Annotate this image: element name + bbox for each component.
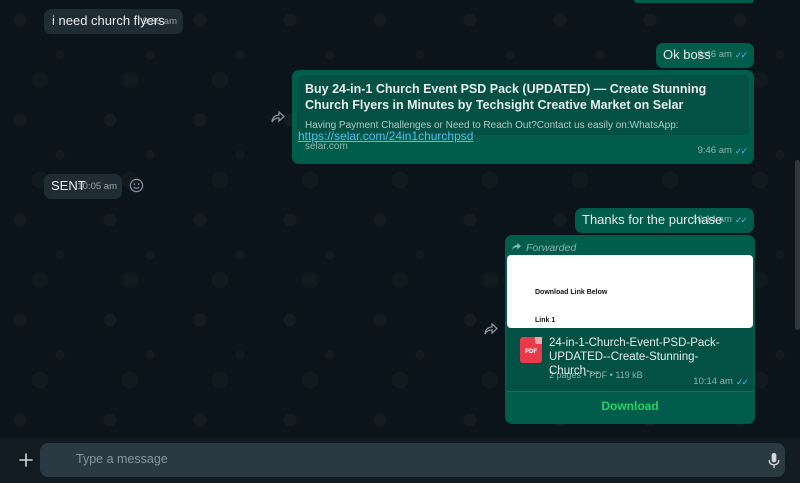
message-time: 10:14 am [692,214,732,225]
message-outgoing[interactable]: Thanks for the purchase 10:14 am ✓✓ [575,208,754,233]
pdf-file-icon: PDF [520,337,542,363]
message-time: 10:05 am [77,181,117,192]
plus-icon[interactable] [14,448,38,472]
chat-area[interactable]: i need church flyers 9:36 am Ok boss 9:4… [0,0,800,438]
message-time: 9:46 am [697,145,732,156]
message-outgoing-link[interactable]: Buy 24-in-1 Church Event PSD Pack (UPDAT… [292,70,754,164]
message-status: 9:46 am ✓✓ [697,142,748,160]
link-preview-title: Buy 24-in-1 Church Event PSD Pack (UPDAT… [305,82,707,112]
document-preview-line: Download Link Below [535,289,608,296]
message-time: 9:36 am [142,16,177,27]
emoji-icon[interactable] [129,178,145,194]
message-incoming[interactable]: i need church flyers 9:36 am [44,9,183,34]
document-info[interactable]: PDF 24-in-1-Church-Event-PSD-Pack-UPDATE… [507,328,753,392]
message-time: 9:46 am [697,49,732,60]
forward-icon[interactable] [268,108,288,128]
message-link[interactable]: https://selar.com/24in1churchpsd [298,127,473,145]
message-outgoing-document[interactable]: Forwarded Download Link Below Link 1 PDF… [505,235,755,424]
read-receipt-icon: ✓✓ [734,146,748,156]
forward-icon[interactable] [481,320,501,340]
message-status: 10:14 am ✓✓ [693,373,749,391]
message-time: 10:14 am [693,376,733,387]
scrollbar[interactable] [795,160,800,330]
message-input[interactable]: Type a message [40,443,785,477]
message-composer: Type a message [0,438,800,483]
microphone-icon[interactable] [762,448,786,472]
previous-message-edge [634,0,754,3]
link-preview-card[interactable]: Buy 24-in-1 Church Event PSD Pack (UPDAT… [297,75,749,152]
download-button[interactable]: Download [507,391,753,422]
message-status: 10:14 am ✓✓ [692,211,748,229]
read-receipt-icon: ✓✓ [734,215,748,225]
read-receipt-icon: ✓✓ [735,377,749,387]
message-outgoing[interactable]: Ok boss 9:46 am ✓✓ [656,43,754,68]
message-incoming[interactable]: SENT 10:05 am [44,174,122,199]
message-input-placeholder: Type a message [76,452,168,466]
read-receipt-icon: ✓✓ [734,50,748,60]
message-status: 9:46 am ✓✓ [697,46,748,64]
document-meta: 2 pages • PDF • 119 kB [549,370,643,380]
document-thumbnail[interactable]: Download Link Below Link 1 [507,255,753,328]
